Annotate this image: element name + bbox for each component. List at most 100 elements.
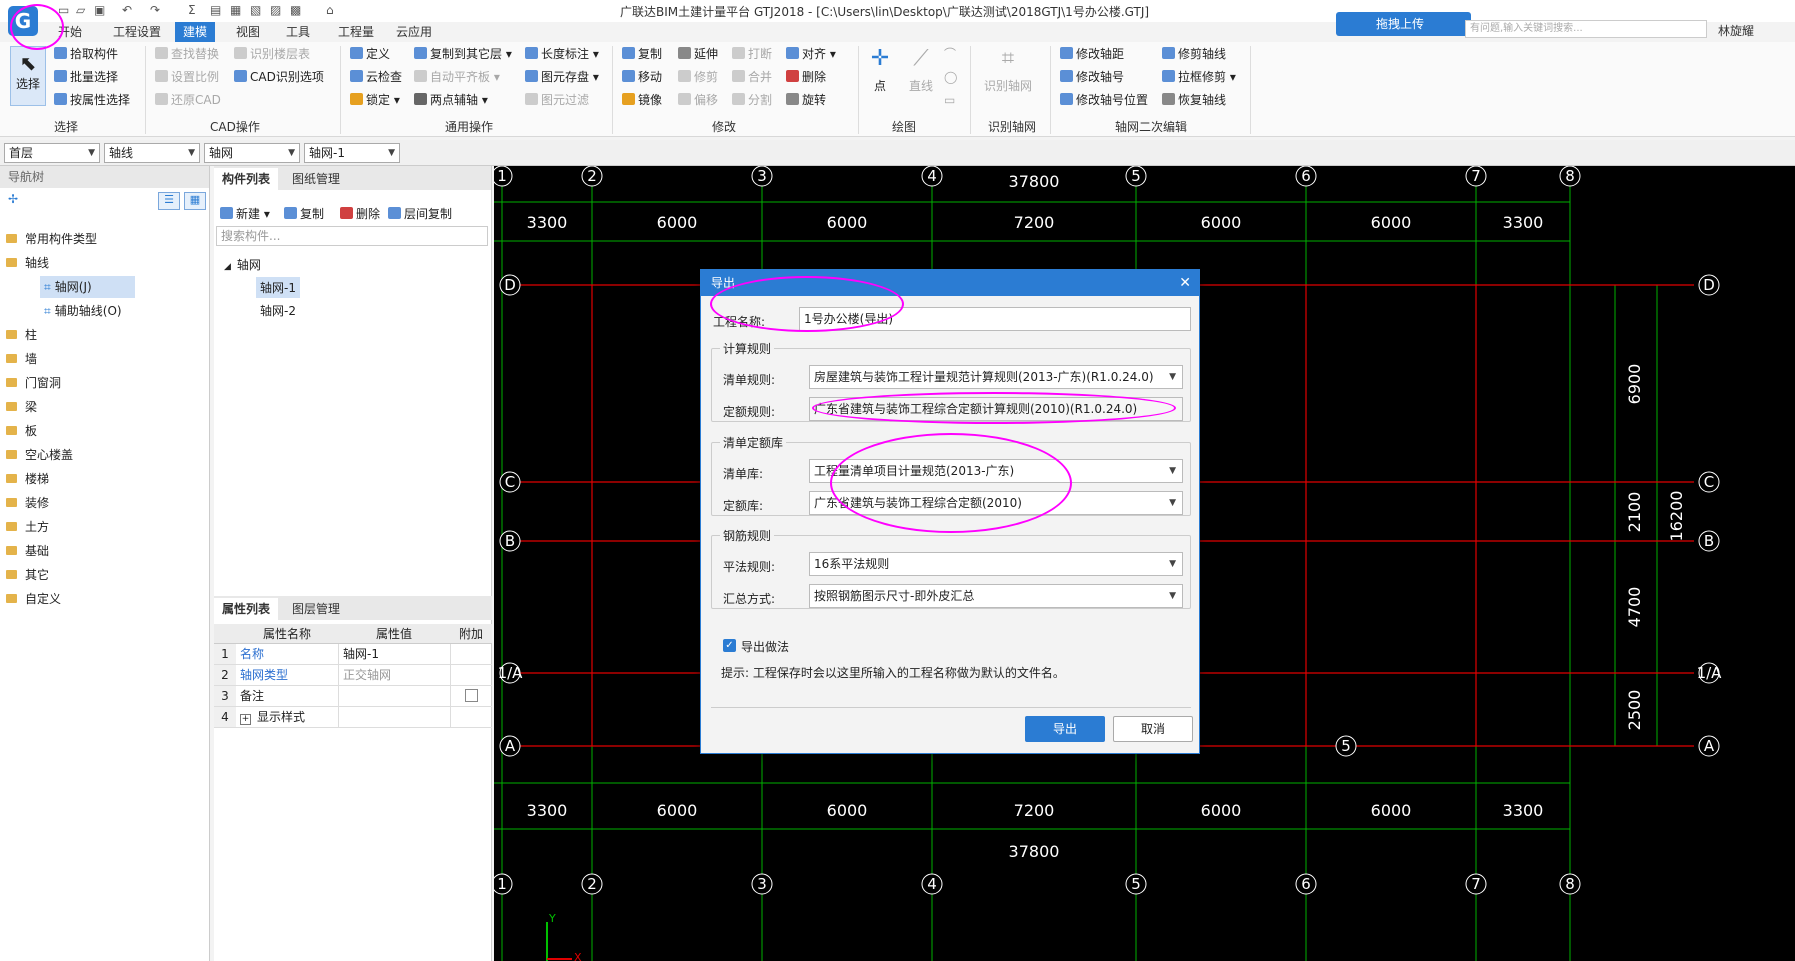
copy-to-other-floor-button[interactable]: 复制到其它层 ▾	[414, 46, 512, 62]
cancel-button[interactable]: 取消	[1113, 716, 1193, 742]
recognize-axis-button[interactable]: ⌗ 识别轴网	[980, 46, 1036, 94]
lock-button[interactable]: 锁定 ▾	[350, 92, 400, 108]
summary-select[interactable]: 按照钢筋图示尺寸-即外皮汇总 ▼	[809, 584, 1183, 608]
component-search-input[interactable]: 搜索构件...	[216, 226, 488, 246]
nav-item-stairs[interactable]: 楼梯	[0, 468, 210, 490]
auto-align-slab-button[interactable]: 自动平齐板 ▾	[414, 69, 500, 85]
property-row[interactable]: 4 + 显示样式	[214, 707, 492, 728]
copy-button[interactable]: 复制	[622, 46, 662, 62]
nav-item-beam[interactable]: 梁	[0, 396, 210, 418]
select-by-attr-button[interactable]: 按属性选择	[54, 92, 130, 108]
nav-subitem-axis-grid[interactable]: ⌗ 轴网(J)	[40, 276, 135, 298]
restore-cad-button[interactable]: 还原CAD	[155, 92, 221, 108]
property-row[interactable]: 3 备注	[214, 686, 492, 707]
select-tool-button[interactable]: ⬉ 选择	[10, 46, 46, 106]
help-search-input[interactable]: 有问题,输入关键词搜索...	[1465, 20, 1707, 38]
report-icon[interactable]: ▤	[210, 3, 221, 17]
point-button[interactable]: ✛ 点	[868, 46, 892, 94]
nav-item-axis[interactable]: 轴线	[0, 252, 210, 274]
extend-button[interactable]: 延伸	[678, 46, 718, 62]
cloud-check-button[interactable]: 云检查	[350, 69, 402, 85]
cad-options-button[interactable]: CAD识别选项	[234, 69, 324, 85]
move-button[interactable]: 移动	[622, 69, 662, 85]
open-file-icon[interactable]: ▱	[76, 3, 85, 17]
rect-icon[interactable]: ▭	[944, 92, 955, 108]
break-button[interactable]: 打断	[732, 46, 772, 62]
component-select[interactable]: 轴网-1 ▼	[304, 143, 400, 163]
view-icon[interactable]: ▨	[270, 3, 281, 17]
upload-button[interactable]: 拖拽上传	[1336, 12, 1471, 36]
cloud-icon[interactable]: ⌂	[326, 3, 334, 17]
tab-drawing-management[interactable]: 图纸管理	[284, 168, 348, 190]
nav-item-column[interactable]: 柱	[0, 324, 210, 346]
mirror-button[interactable]: 镜像	[622, 92, 662, 108]
align-button[interactable]: 对齐 ▾	[786, 46, 836, 62]
list-view-icon[interactable]: ☰	[158, 192, 180, 210]
nav-item-other[interactable]: 其它	[0, 564, 210, 586]
floor-select[interactable]: 首层 ▼	[4, 143, 100, 163]
nav-item-custom[interactable]: 自定义	[0, 588, 210, 610]
menu-cloud[interactable]: 云应用	[388, 22, 440, 42]
undo-icon[interactable]: ↶	[122, 3, 132, 17]
modify-axis-distance-button[interactable]: 修改轴距	[1060, 46, 1124, 62]
tree-root-axis-grid[interactable]: ◢ 轴网	[224, 256, 261, 273]
delete-button[interactable]: 删除	[786, 69, 826, 85]
nav-item-foundation[interactable]: 基础	[0, 540, 210, 562]
nav-item-common-types[interactable]: 常用构件类型	[0, 228, 210, 250]
trim-axis-button[interactable]: 修剪轴线	[1162, 46, 1226, 62]
tree-view-icon[interactable]: ▦	[184, 192, 206, 210]
nav-item-door-window[interactable]: 门窗洞	[0, 372, 210, 394]
tab-layer-management[interactable]: 图层管理	[284, 598, 348, 620]
recognize-floor-table-button[interactable]: 识别楼层表	[234, 46, 310, 62]
nav-item-slab[interactable]: 板	[0, 420, 210, 442]
trim-button[interactable]: 修剪	[678, 69, 718, 85]
nav-item-finish[interactable]: 装修	[0, 492, 210, 514]
export-method-checkbox[interactable]: ✓	[723, 639, 736, 652]
bill-rule-select[interactable]: 房屋建筑与装饰工程计量规范计算规则(2013-广东)(R1.0.24.0) ▼	[809, 365, 1183, 389]
nav-item-earthwork[interactable]: 土方	[0, 516, 210, 538]
merge-button[interactable]: 合并	[732, 69, 772, 85]
modify-axis-number-button[interactable]: 修改轴号	[1060, 69, 1124, 85]
property-row[interactable]: 2 轴网类型 正交轴网	[214, 665, 492, 686]
menu-project-settings[interactable]: 工程设置	[105, 22, 169, 42]
export-button[interactable]: 导出	[1025, 716, 1105, 742]
menu-tools[interactable]: 工具	[278, 22, 318, 42]
offset-button[interactable]: 偏移	[678, 92, 718, 108]
element-save-button[interactable]: 图元存盘 ▾	[525, 69, 599, 85]
batch-select-button[interactable]: 批量选择	[54, 69, 118, 85]
sum-icon[interactable]: Σ	[188, 3, 196, 17]
set-scale-button[interactable]: 设置比例	[155, 69, 219, 85]
pin-icon[interactable]: ✢	[8, 192, 18, 206]
two-point-axis-button[interactable]: 两点辅轴 ▾	[414, 92, 488, 108]
modify-axis-number-pos-button[interactable]: 修改轴号位置	[1060, 92, 1148, 108]
tab-property-list[interactable]: 属性列表	[214, 598, 279, 620]
type-select[interactable]: 轴网 ▼	[204, 143, 300, 163]
tree-item-grid-1[interactable]: 轴网-1	[256, 277, 300, 298]
expand-icon[interactable]: +	[240, 714, 251, 725]
define-button[interactable]: 定义	[350, 46, 390, 62]
calc-icon[interactable]: ▦	[230, 3, 241, 17]
arc-icon[interactable]: ⌒	[944, 46, 956, 62]
nav-item-hollow-floor[interactable]: 空心楼盖	[0, 444, 210, 466]
split-button[interactable]: 分割	[732, 92, 772, 108]
checkbox[interactable]	[465, 689, 478, 702]
tab-component-list[interactable]: 构件列表	[214, 168, 279, 190]
line-button[interactable]: ⟋ 直线	[906, 46, 936, 94]
user-name[interactable]: 林旋耀	[1718, 22, 1754, 39]
floor-copy-button[interactable]: 层间复制	[388, 206, 452, 222]
find-replace-button[interactable]: 查找替换	[155, 46, 219, 62]
copy-component-button[interactable]: 复制	[284, 206, 324, 222]
flat-rule-select[interactable]: 16系平法规则 ▼	[809, 552, 1183, 576]
length-dimension-button[interactable]: 长度标注 ▾	[525, 46, 599, 62]
tree-item-grid-2[interactable]: 轴网-2	[260, 302, 296, 319]
box-trim-button[interactable]: 拉框修剪 ▾	[1162, 69, 1236, 85]
menu-modeling[interactable]: 建模	[175, 22, 216, 42]
check-icon[interactable]: ▧	[250, 3, 261, 17]
pick-component-button[interactable]: 拾取构件	[54, 46, 118, 62]
nav-item-wall[interactable]: 墙	[0, 348, 210, 370]
close-icon[interactable]: ✕	[1179, 270, 1191, 296]
new-component-button[interactable]: 新建 ▾	[220, 206, 270, 222]
save-icon[interactable]: ▣	[94, 3, 105, 17]
redo-icon[interactable]: ↷	[150, 3, 160, 17]
property-row[interactable]: 1 名称 轴网-1	[214, 644, 492, 665]
